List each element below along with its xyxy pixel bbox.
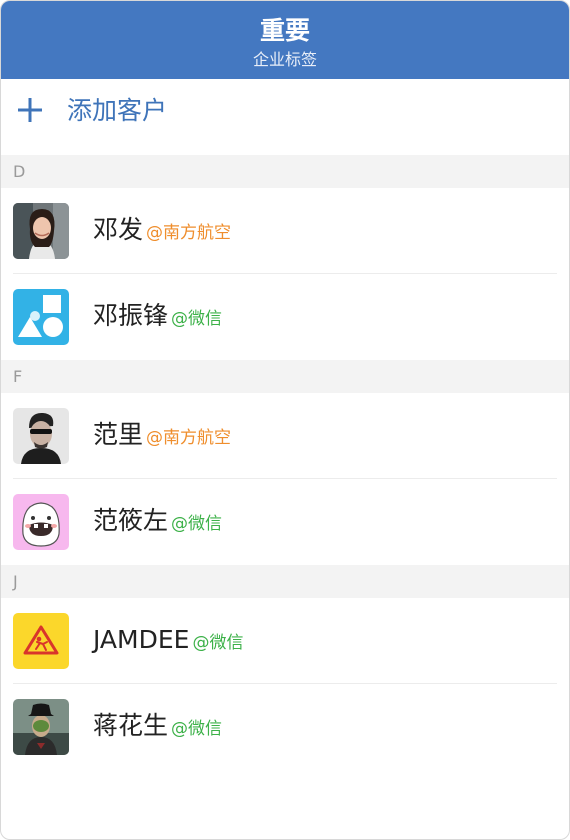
company-tag: @南方航空: [146, 428, 232, 448]
nav-header: 重要 企业标签: [1, 1, 569, 79]
contact-name-wrap: JAMDEE @微信: [93, 623, 243, 660]
page-subtitle: 企业标签: [252, 50, 317, 69]
company-tag: @南方航空: [146, 223, 232, 243]
section-header-d: D: [1, 155, 569, 188]
contact-name-wrap: 邓发 @南方航空: [93, 213, 231, 250]
contact-row[interactable]: 邓振锋 @微信: [1, 274, 569, 360]
man-sunglasses-avatar: [13, 408, 69, 464]
bowler-hat-avatar: [13, 699, 69, 755]
contact-row[interactable]: 范里 @南方航空: [1, 393, 569, 479]
contact-row[interactable]: JAMDEE @微信: [1, 598, 569, 684]
add-customer-label[interactable]: 添加客户: [67, 94, 167, 128]
contact-row[interactable]: 范筱左 @微信: [1, 479, 569, 565]
company-tag: @微信: [171, 719, 223, 739]
company-tag: @微信: [171, 514, 223, 534]
contact-name: JAMDEE: [93, 625, 190, 654]
contact-name-wrap: 范里 @南方航空: [93, 418, 231, 455]
cartoon-face-avatar: [13, 494, 69, 550]
company-tag: @微信: [192, 633, 244, 653]
contact-name: 邓发: [93, 215, 144, 244]
contact-name: 蒋花生: [93, 711, 169, 740]
section-header-j: J: [1, 565, 569, 598]
woman-portrait-avatar: [13, 203, 69, 259]
shapes-avatar: [13, 289, 69, 345]
contact-name: 范里: [93, 420, 144, 449]
contact-name: 邓振锋: [93, 301, 169, 330]
contact-name: 范筱左: [93, 506, 169, 535]
company-tag: @微信: [171, 309, 223, 329]
contact-name-wrap: 蒋花生 @微信: [93, 709, 222, 746]
contact-row[interactable]: 蒋花生 @微信: [1, 684, 569, 770]
warning-sign-avatar: [13, 613, 69, 669]
contact-row[interactable]: 邓发 @南方航空: [1, 188, 569, 274]
page-title: 重要: [259, 16, 310, 45]
contact-name-wrap: 邓振锋 @微信: [93, 299, 222, 336]
plus-icon[interactable]: [18, 98, 42, 122]
section-header-f: F: [1, 360, 569, 393]
contact-name-wrap: 范筱左 @微信: [93, 504, 222, 541]
contact-list-screen: 重要 企业标签 添加客户 D 邓发 @南方航空 邓振锋 @微信 F 范里 @南方…: [0, 0, 570, 840]
